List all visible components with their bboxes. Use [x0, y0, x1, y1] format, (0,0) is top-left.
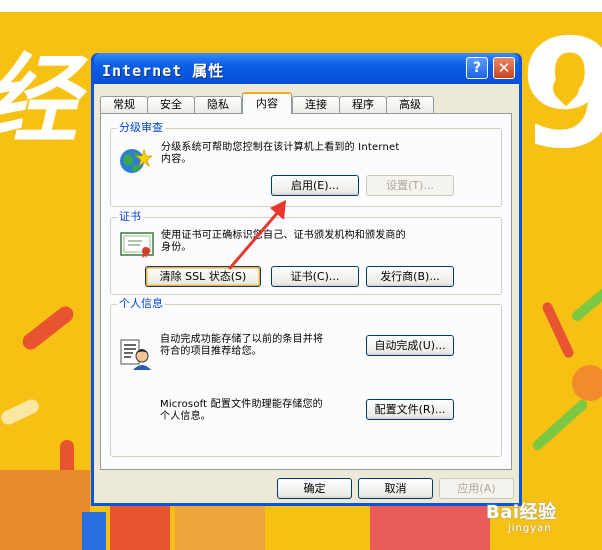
- autocomplete-description: 自动完成功能存储了以前的条目并将: [160, 334, 324, 345]
- watermark-logo: Bai经验 jingyan: [468, 490, 588, 542]
- window-title: Internet 属性: [102, 62, 225, 80]
- certificates-button[interactable]: 证书(C)...: [271, 266, 359, 287]
- background-ball: [572, 365, 602, 401]
- tab-general[interactable]: 常规: [100, 96, 148, 113]
- tab-programs[interactable]: 程序: [339, 96, 387, 113]
- help-button[interactable]: ?: [466, 57, 488, 79]
- personal-info-icon: [120, 339, 151, 370]
- background-block: [110, 505, 170, 550]
- profile-assistant-description: Microsoft 配置文件助理能存储您的: [160, 399, 323, 410]
- autocomplete-button[interactable]: 自动完成(U)...: [366, 335, 454, 356]
- tab-connections[interactable]: 连接: [292, 96, 340, 113]
- content-advisor-description-cont: 内容。: [161, 154, 192, 165]
- certificate-icon: [120, 232, 154, 258]
- certificates-description: 使用证书可正确标识您自己、证书颁发机构和颁发商的: [161, 230, 406, 241]
- profile-assistant-description-cont: 个人信息。: [160, 411, 211, 422]
- tab-security[interactable]: 安全: [147, 96, 195, 113]
- background-block: [82, 512, 106, 550]
- group-legend: 证书: [117, 210, 143, 224]
- tab-advanced[interactable]: 高级: [386, 96, 434, 113]
- internet-properties-dialog: Internet 属性 ? ✕ 常规 安全 隐私 内容 连接 程序 高级 分级审…: [91, 53, 522, 506]
- watermark-subtext: jingyan: [508, 523, 552, 534]
- group-legend: 个人信息: [117, 297, 165, 311]
- title-bar[interactable]: Internet 属性 ? ✕: [94, 53, 519, 84]
- certificates-group: 证书 使用证书可正确标识您自己、证书颁发机构和颁发商的 身份。 清除 SSL 状…: [110, 210, 502, 295]
- enable-button[interactable]: 启用(E)...: [271, 175, 359, 196]
- autocomplete-description-cont: 符合的项目推荐给您。: [160, 346, 262, 357]
- close-button[interactable]: ✕: [493, 57, 515, 79]
- tab-content[interactable]: 内容: [242, 92, 292, 114]
- content-advisor-group: 分级审查 分级系统可帮助您控制在该计算机上看到的 Internet 内容。 启用…: [110, 121, 502, 207]
- certificates-description-cont: 身份。: [161, 242, 192, 253]
- tab-privacy[interactable]: 隐私: [194, 96, 242, 113]
- dialog-client-area: 常规 安全 隐私 内容 连接 程序 高级 分级审查 分级系统可帮助您控制在该计算…: [94, 84, 519, 503]
- content-advisor-description: 分级系统可帮助您控制在该计算机上看到的 Internet: [161, 142, 400, 153]
- cancel-button[interactable]: 取消: [358, 478, 433, 499]
- background-top-strip: [0, 0, 602, 12]
- globe-star-icon: [120, 148, 152, 173]
- background-block: [175, 506, 265, 550]
- background-block: [0, 470, 90, 550]
- ok-button[interactable]: 确定: [277, 478, 352, 499]
- group-legend: 分级审查: [117, 121, 165, 135]
- publishers-button[interactable]: 发行商(B)...: [366, 266, 454, 287]
- personal-information-group: 个人信息 自动完成功能存储了以前的条目并将 符合的项目推荐给您。 自动完成(U)…: [110, 297, 502, 457]
- clear-ssl-state-button[interactable]: 清除 SSL 状态(S): [145, 266, 261, 287]
- my-profile-button[interactable]: 配置文件(R)...: [366, 399, 454, 420]
- settings-button[interactable]: 设置(T)...: [366, 175, 454, 196]
- watermark-text: Bai经验: [486, 502, 557, 523]
- content-tab-panel: 分级审查 分级系统可帮助您控制在该计算机上看到的 Internet 内容。 启用…: [100, 113, 512, 470]
